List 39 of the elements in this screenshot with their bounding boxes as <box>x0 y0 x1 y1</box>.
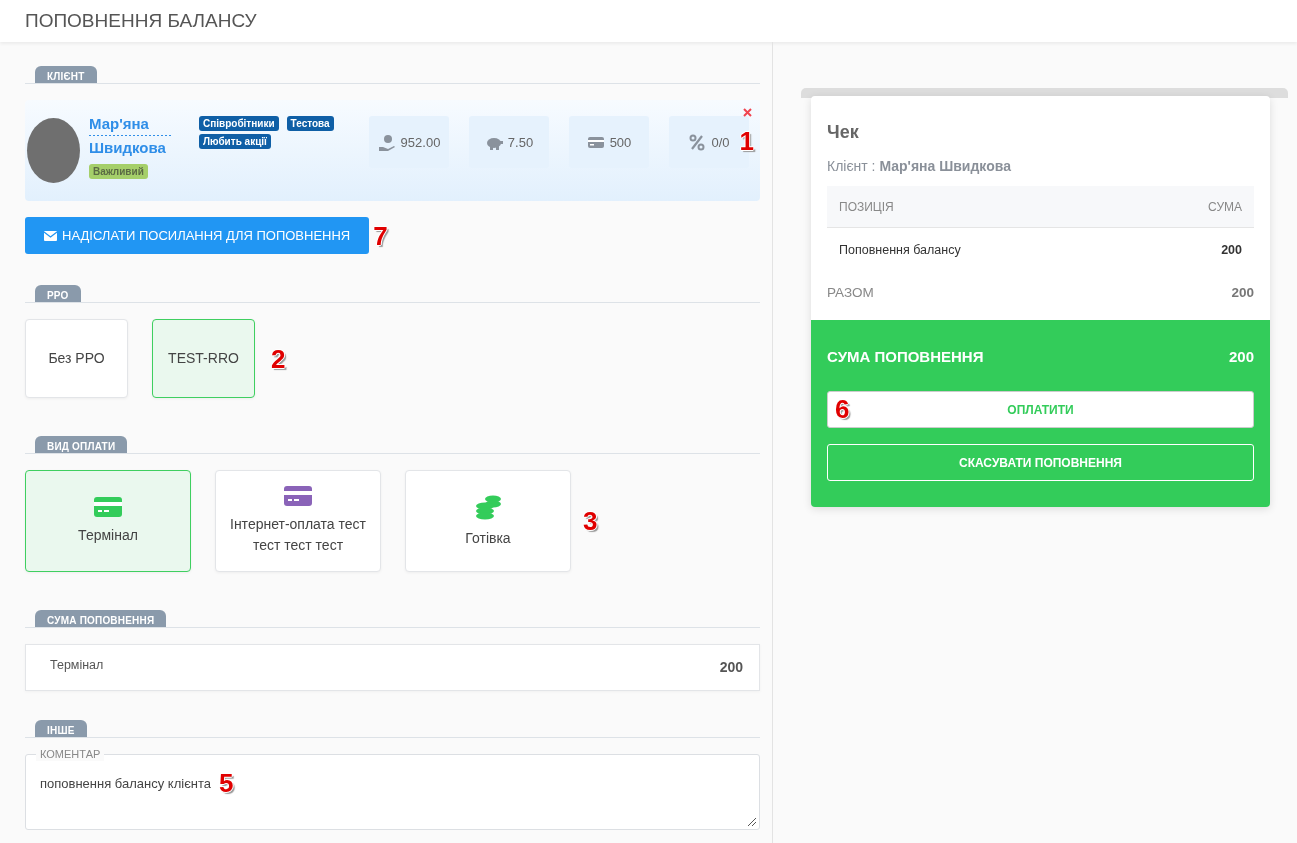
callout-number: 5 <box>219 770 234 796</box>
stat-value: 500 <box>609 134 632 150</box>
total-value: 200 <box>1231 285 1254 300</box>
resize-handle-icon <box>747 817 757 827</box>
stat-value: 0/0 <box>711 134 730 150</box>
callout-number: 2 <box>271 345 286 372</box>
receipt-client: Клієнт : Мар'яна Швидкова <box>827 158 1012 174</box>
callout-number: 7 <box>373 222 388 249</box>
topup-amount: 200 <box>1228 348 1254 365</box>
payment-method: Термінал <box>50 657 104 674</box>
close-icon[interactable] <box>743 108 752 117</box>
fiscal-option[interactable]: Без РРО <box>25 319 128 398</box>
percent-icon <box>688 133 707 151</box>
payment-option[interactable]: Готівка <box>405 470 571 572</box>
coin-hand-icon <box>377 133 396 151</box>
page-title: ПОПОВНЕННЯ БАЛАНСУ <box>25 10 257 32</box>
amount-value: 200 <box>719 658 743 677</box>
topup-label: СУМА ПОПОВНЕННЯ <box>827 348 984 365</box>
table-cell: 200 <box>1132 227 1254 271</box>
comment-text: поповнення балансу клієнта <box>40 775 211 791</box>
column-header: ПОЗИЦІЯ <box>827 186 1133 228</box>
callout-number: 6 <box>835 396 850 422</box>
receipt-title: Чек <box>827 122 860 143</box>
stat-value: 7.50 <box>507 134 534 150</box>
client-tag: Співробітники <box>199 116 279 131</box>
callout-number: 3 <box>583 508 598 534</box>
payment-option[interactable]: Інтернет-оплата тест тест тест тест <box>215 470 381 572</box>
client-label: Важливий <box>89 164 148 179</box>
envelope-icon <box>44 230 57 241</box>
client-tag: Тестова <box>286 116 334 131</box>
payment-option[interactable]: Термінал <box>25 470 191 572</box>
table-cell: Поповнення балансу <box>827 227 1133 271</box>
client-tag: Любить акції <box>199 134 271 149</box>
callout-number: 1 <box>739 128 754 154</box>
fiscal-option[interactable]: TEST-RRO <box>152 319 255 398</box>
total-label: РАЗОМ <box>827 285 874 300</box>
comment-label: КОМЕНТАР <box>36 747 105 761</box>
column-header: СУМА <box>1132 186 1254 228</box>
stat-value: 952.00 <box>400 134 441 150</box>
